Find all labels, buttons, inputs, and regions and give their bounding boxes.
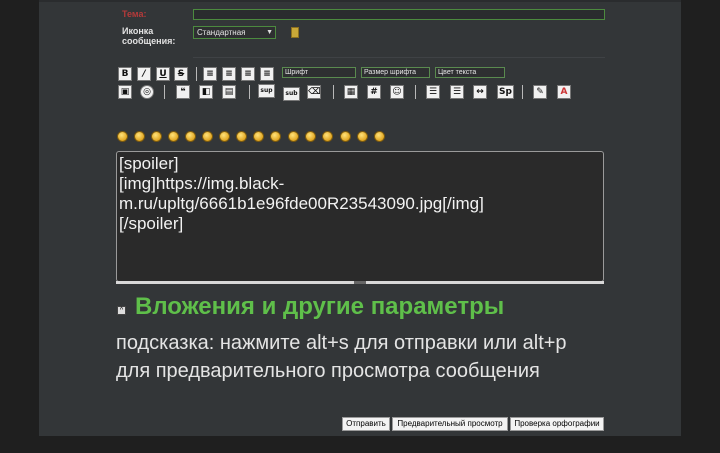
editor-line: [/spoiler] xyxy=(119,214,184,233)
text-color-button[interactable]: A xyxy=(557,85,571,99)
editor-line: [spoiler] xyxy=(119,154,179,173)
toolbar-separator xyxy=(333,85,334,99)
smiley-icon[interactable] xyxy=(340,131,351,142)
resize-grip-icon xyxy=(354,281,366,284)
message-icon-preview xyxy=(291,27,299,38)
link-globe-icon[interactable]: ◎ xyxy=(140,85,154,99)
spellcheck-icon[interactable]: ✎ xyxy=(533,85,547,99)
smiley-icon[interactable] xyxy=(270,131,281,142)
font-size-select[interactable]: Размер шрифта xyxy=(361,67,430,78)
collapse-toggle-icon[interactable]: ^ xyxy=(117,306,126,315)
smiley-icon[interactable] xyxy=(168,131,179,142)
attachments-section-title[interactable]: Вложения и другие параметры xyxy=(135,293,504,321)
form-divider xyxy=(193,57,605,58)
toolbar-separator xyxy=(522,85,523,99)
bold-button[interactable]: B xyxy=(118,67,132,81)
message-icon-select[interactable]: Стандартная ▼ xyxy=(193,26,276,39)
message-icon-label-line2: сообщения: xyxy=(122,36,176,46)
font-family-select-value: Шрифт xyxy=(285,69,309,76)
smiley-icon[interactable] xyxy=(117,131,128,142)
font-family-select[interactable]: Шрифт xyxy=(282,67,356,78)
quote-icon[interactable]: ❝ xyxy=(176,85,190,99)
align-left-icon[interactable]: ≡ xyxy=(203,67,217,81)
smiley-insert-icon[interactable]: ☺ xyxy=(390,85,404,99)
font-color-select[interactable]: Цвет текста xyxy=(435,67,505,78)
align-justify-icon[interactable]: ≡ xyxy=(260,67,274,81)
underline-button[interactable]: U xyxy=(156,67,170,81)
chevron-down-icon: ▼ xyxy=(266,29,273,36)
toolbar-separator xyxy=(196,67,197,81)
message-icon-label-line1: Иконка xyxy=(122,26,154,36)
smiley-icon[interactable] xyxy=(185,131,196,142)
panel-top-border xyxy=(39,0,681,2)
message-icon-select-value: Стандартная xyxy=(197,28,246,37)
font-size-select-value: Размер шрифта xyxy=(364,69,417,76)
align-right-icon[interactable]: ≡ xyxy=(241,67,255,81)
smiley-icon[interactable] xyxy=(357,131,368,142)
subject-label: Тема: xyxy=(122,9,147,19)
spellcheck-button[interactable]: Проверка орфографии xyxy=(510,417,604,431)
image-insert-icon[interactable]: ▣ xyxy=(118,85,132,99)
numbered-list-icon[interactable]: ☰ xyxy=(450,85,464,99)
toolbar-separator xyxy=(164,85,165,99)
subject-input[interactable] xyxy=(193,9,605,20)
editor-line: [img]https://img.black- xyxy=(119,174,285,193)
smiley-icon[interactable] xyxy=(219,131,230,142)
table-icon[interactable]: ▦ xyxy=(344,85,358,99)
hash-button[interactable]: # xyxy=(367,85,381,99)
smiley-icon[interactable] xyxy=(305,131,316,142)
smiley-icon[interactable] xyxy=(134,131,145,142)
editor-line: m.ru/upltg/6661b1e96fde00R23543090.jpg[/… xyxy=(119,194,484,213)
horizontal-rule-icon[interactable]: ↔ xyxy=(473,85,487,99)
italic-button[interactable]: / xyxy=(137,67,151,81)
bullet-list-icon[interactable]: ☰ xyxy=(426,85,440,99)
message-textarea[interactable]: [spoiler] [img]https://img.black- m.ru/u… xyxy=(116,151,604,282)
clear-format-icon[interactable]: ⌫ xyxy=(307,85,321,99)
submit-button[interactable]: Отправить xyxy=(342,417,390,431)
preview-button[interactable]: Предварительный просмотр xyxy=(392,417,508,431)
toolbar-separator xyxy=(249,85,250,99)
smiley-icon[interactable] xyxy=(202,131,213,142)
font-color-select-value: Цвет текста xyxy=(438,69,477,76)
strike-button[interactable]: S xyxy=(174,67,188,81)
message-icon-label: Иконка сообщения: xyxy=(122,26,175,46)
smiley-icon[interactable] xyxy=(253,131,264,142)
subscript-button[interactable]: sub xyxy=(283,87,300,101)
textarea-resize-handle[interactable] xyxy=(116,281,604,284)
superscript-button[interactable]: sup xyxy=(258,84,275,98)
smiley-icon[interactable] xyxy=(288,131,299,142)
code-icon[interactable]: ◧ xyxy=(199,85,213,99)
smiley-icon[interactable] xyxy=(322,131,333,142)
smiley-icon[interactable] xyxy=(236,131,247,142)
keyboard-hint: подсказка: нажмите alt+s для отправки ил… xyxy=(116,332,567,382)
align-center-icon[interactable]: ≡ xyxy=(222,67,236,81)
toolbar-separator xyxy=(415,85,416,99)
smiley-icon[interactable] xyxy=(374,131,385,142)
smiley-icon[interactable] xyxy=(151,131,162,142)
media-icon[interactable]: ▤ xyxy=(222,85,236,99)
spoiler-button[interactable]: Sp xyxy=(497,85,514,99)
